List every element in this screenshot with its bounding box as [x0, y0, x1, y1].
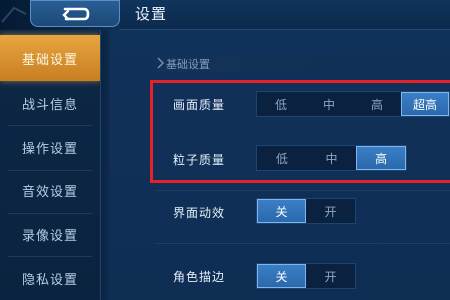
- character-outline-label: 角色描边: [173, 270, 226, 284]
- sidebar-item-controls[interactable]: 操作设置: [0, 124, 100, 170]
- character-outline-toggle: 关 开: [256, 263, 356, 289]
- ui-animation-option-on[interactable]: 开: [306, 199, 355, 223]
- ui-animation-toggle: 关 开: [256, 198, 356, 224]
- character-outline-option-off[interactable]: 关: [257, 264, 306, 288]
- chevron-right-icon: [157, 57, 165, 69]
- highlight-annotation-box: [150, 80, 450, 183]
- sidebar-item-replay[interactable]: 录像设置: [0, 211, 100, 257]
- sidebar-item-basic-settings[interactable]: 基础设置: [0, 35, 100, 81]
- sidebar-item-privacy[interactable]: 隐私设置: [0, 255, 100, 300]
- back-button[interactable]: [30, 0, 120, 27]
- ui-animation-label: 界面动效: [173, 206, 226, 220]
- sidebar-edge: [100, 30, 110, 300]
- row-separator: [155, 243, 450, 244]
- row-separator: [155, 190, 450, 191]
- top-bar-left-panel: [0, 0, 120, 30]
- ui-animation-option-off[interactable]: 关: [257, 199, 306, 223]
- character-outline-option-on[interactable]: 开: [306, 264, 355, 288]
- back-arrow-icon: [62, 7, 90, 20]
- top-bar: 设置: [0, 0, 450, 30]
- page-title: 设置: [135, 5, 168, 23]
- decoration-icon: [1, 6, 27, 23]
- sidebar-item-sound[interactable]: 音效设置: [0, 167, 100, 213]
- sidebar-item-battle-info[interactable]: 战斗信息: [0, 80, 100, 126]
- section-title: 基础设置: [166, 58, 210, 71]
